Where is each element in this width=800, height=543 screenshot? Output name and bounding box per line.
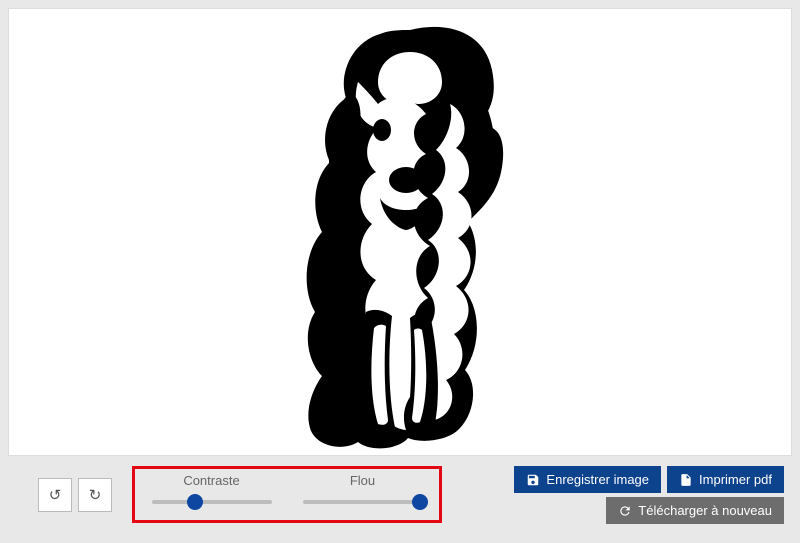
pdf-icon [679, 473, 693, 487]
print-pdf-button[interactable]: Imprimer pdf [667, 466, 784, 493]
contrast-slider-thumb[interactable] [187, 494, 203, 510]
action-buttons-row2: Télécharger à nouveau [606, 497, 784, 524]
blur-slider-thumb[interactable] [412, 494, 428, 510]
app-root: ↺ ↻ Contraste Flou [0, 0, 800, 543]
action-buttons: Enregistrer image Imprimer pdf Télécharg… [514, 466, 784, 524]
contrast-slider-group: Contraste [149, 473, 274, 510]
reupload-button[interactable]: Télécharger à nouveau [606, 497, 784, 524]
redo-button[interactable]: ↻ [78, 478, 112, 512]
undo-button[interactable]: ↺ [38, 478, 72, 512]
undo-icon: ↺ [49, 486, 62, 504]
save-image-button[interactable]: Enregistrer image [514, 466, 661, 493]
toolbar: ↺ ↻ Contraste Flou [8, 462, 792, 528]
save-button-label: Enregistrer image [546, 472, 649, 487]
contrast-slider[interactable] [152, 494, 272, 510]
reupload-button-label: Télécharger à nouveau [638, 503, 772, 518]
action-buttons-row1: Enregistrer image Imprimer pdf [514, 466, 784, 493]
history-buttons: ↺ ↻ [38, 478, 112, 512]
blur-slider[interactable] [303, 494, 423, 510]
image-preview-canvas [8, 8, 792, 456]
contrast-label: Contraste [183, 473, 239, 488]
slider-rail [303, 500, 423, 504]
blur-slider-group: Flou [300, 473, 425, 510]
print-button-label: Imprimer pdf [699, 472, 772, 487]
save-icon [526, 473, 540, 487]
redo-icon: ↻ [89, 486, 102, 504]
slider-rail [152, 500, 272, 504]
sliders-highlight-box: Contraste Flou [132, 466, 442, 523]
preview-image [260, 12, 540, 452]
blur-label: Flou [350, 473, 375, 488]
refresh-icon [618, 504, 632, 518]
